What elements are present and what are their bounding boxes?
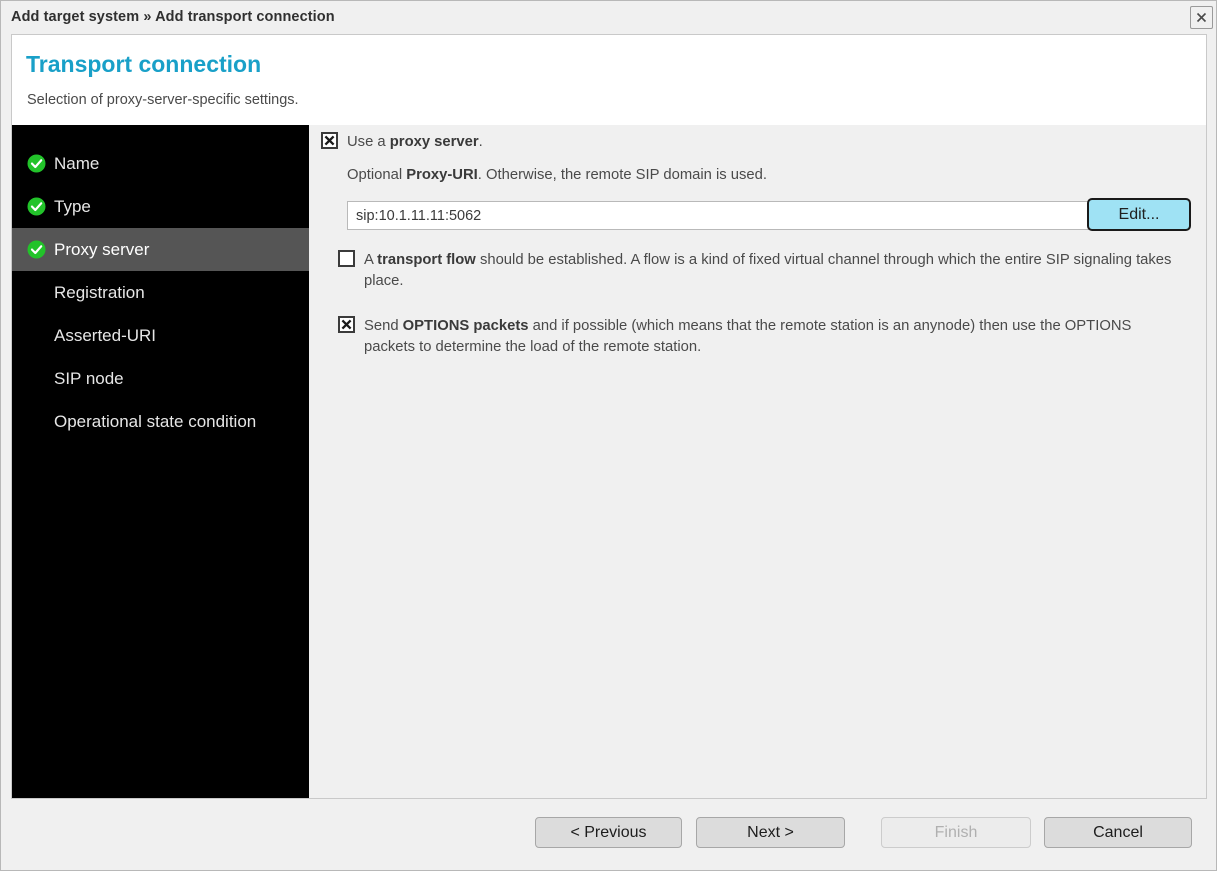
sidebar-item-label: SIP node: [54, 368, 124, 388]
sidebar-item-label: Proxy server: [54, 239, 150, 259]
wizard-window: Add target system » Add transport connec…: [0, 0, 1217, 871]
use-proxy-server-row: Use a proxy server.: [321, 132, 483, 153]
sidebar-item-proxy-server[interactable]: Proxy server: [12, 228, 309, 271]
send-options-packets-label: Send OPTIONS packets and if possible (wh…: [364, 318, 1132, 355]
next-button[interactable]: Next >: [696, 817, 845, 848]
step-complete-check-icon: [26, 240, 46, 260]
send-options-packets-checkbox[interactable]: [338, 316, 355, 333]
proxy-uri-input[interactable]: [347, 201, 1089, 230]
cancel-button[interactable]: Cancel: [1044, 817, 1192, 848]
sidebar-item-asserted-uri[interactable]: Asserted-URI: [12, 314, 309, 357]
page-subtitle: Selection of proxy-server-specific setti…: [27, 92, 299, 108]
settings-content: Use a proxy server. Optional Proxy-URI. …: [309, 125, 1206, 798]
transport-flow-checkbox[interactable]: [338, 250, 355, 267]
step-complete-check-icon: [26, 154, 46, 174]
sidebar-item-type[interactable]: Type: [12, 185, 309, 228]
sidebar-item-name[interactable]: Name: [12, 142, 309, 185]
transport-flow-row: A transport flow should be established. …: [338, 250, 1174, 292]
use-proxy-server-label: Use a proxy server.: [347, 134, 483, 150]
previous-button[interactable]: < Previous: [535, 817, 682, 848]
breadcrumb: Add target system » Add transport connec…: [11, 9, 335, 25]
wizard-footer: < Previous Next > Finish Cancel: [1, 800, 1216, 870]
edit-button[interactable]: Edit...: [1087, 198, 1191, 231]
wizard-steps-sidebar: Name Type Proxy server Registration Asse…: [12, 125, 309, 798]
transport-flow-label: A transport flow should be established. …: [364, 252, 1172, 289]
proxy-uri-hint: Optional Proxy-URI. Otherwise, the remot…: [347, 167, 768, 183]
sidebar-item-label: Registration: [54, 282, 145, 302]
close-icon[interactable]: [1190, 6, 1213, 29]
header-panel: Transport connection Selection of proxy-…: [11, 34, 1207, 125]
title-bar: Add target system » Add transport connec…: [1, 1, 1216, 33]
use-proxy-server-checkbox[interactable]: [321, 132, 338, 149]
sidebar-item-label: Name: [54, 153, 100, 173]
sidebar-item-operational-state-condition[interactable]: Operational state condition: [12, 400, 309, 443]
sidebar-item-label: Type: [54, 196, 91, 216]
sidebar-item-label: Operational state condition: [54, 411, 257, 431]
step-complete-check-icon: [26, 197, 46, 217]
send-options-packets-row: Send OPTIONS packets and if possible (wh…: [338, 316, 1174, 358]
finish-button: Finish: [881, 817, 1031, 848]
sidebar-item-registration[interactable]: Registration: [12, 271, 309, 314]
sidebar-item-label: Asserted-URI: [54, 325, 157, 345]
page-title: Transport connection: [26, 51, 262, 77]
body-region: Name Type Proxy server Registration Asse…: [11, 125, 1207, 799]
sidebar-item-sip-node[interactable]: SIP node: [12, 357, 309, 400]
